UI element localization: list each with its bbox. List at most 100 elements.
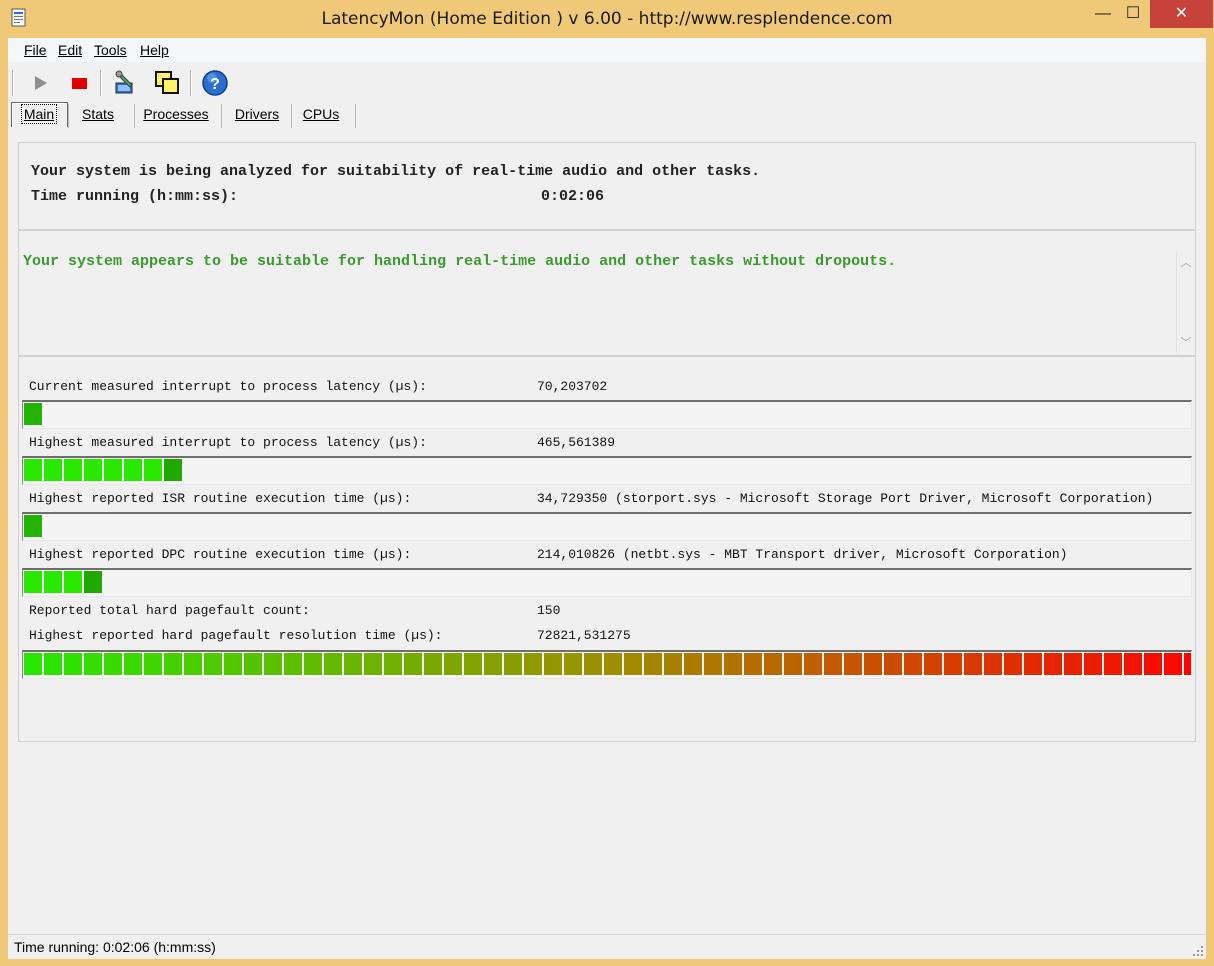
meter-segment [1124,653,1142,675]
meter-segment [784,653,802,675]
pagefault-res-label: Highest reported hard pagefault resoluti… [29,628,443,643]
meter-segment [584,653,602,675]
stop-button[interactable] [64,68,94,98]
tab-cpus[interactable]: CPUs [297,103,345,128]
meter-segment [1044,653,1062,675]
tab-separator [291,104,292,128]
meter-segment [944,653,962,675]
meter-segment [1064,653,1082,675]
verdict-message: Your system appears to be suitable for h… [23,253,897,270]
verdict-panel: Your system appears to be suitable for h… [18,230,1196,356]
meter-segment [24,653,42,675]
meter-segment [1024,653,1042,675]
meter-segment [84,459,102,481]
help-icon: ? [202,70,228,96]
meter-segment [524,653,542,675]
meter-segment [84,571,102,593]
meter-segment [724,653,742,675]
meter-segment [604,653,622,675]
meter-segment [104,653,122,675]
meter-segment [244,653,262,675]
meter-segment [124,459,142,481]
tab-main[interactable]: Main [14,103,64,128]
pagefault-bar [22,650,1192,679]
meter-segment [504,653,522,675]
meter-segment [824,653,842,675]
time-running-value: 0:02:06 [541,188,605,205]
meter-segment [164,459,182,481]
meter-segment [24,403,42,425]
meter-segment [744,653,762,675]
help-button[interactable]: ? [200,68,230,98]
meter-segment [804,653,822,675]
client-area: File Edit Tools Help ? Main Stats Proces… [8,38,1206,959]
toolbar-separator [100,70,102,96]
meter-segment [464,653,482,675]
menu-edit[interactable]: Edit [58,42,82,58]
meter-segment [624,653,642,675]
meter-segment [164,653,182,675]
scroll-down-icon[interactable]: ﹀ [1177,335,1195,351]
metric-label: Current measured interrupt to process la… [29,379,427,394]
menu-bar: File Edit Tools Help [8,38,1206,62]
metrics-panel: Current measured interrupt to process la… [18,356,1196,742]
meter-segment [204,653,222,675]
meter-segment [1084,653,1102,675]
metric-label: Highest measured interrupt to process la… [29,435,427,450]
windows-icon [155,71,179,94]
toolbar: ? [8,64,1206,100]
resize-grip-icon[interactable] [1192,945,1204,957]
verdict-scrollbar[interactable]: ︿ ﹀ [1176,253,1195,353]
pagefault-res-value: 72821,531275 [537,628,631,643]
meter-segment [444,653,462,675]
tab-processes[interactable]: Processes [140,103,212,128]
start-button[interactable] [25,68,55,98]
windows-button[interactable] [152,68,182,98]
meter-segment [364,653,382,675]
meter-segment [264,653,282,675]
meter-segment [1164,653,1182,675]
meter-segment [64,653,82,675]
tab-drivers[interactable]: Drivers [227,103,287,128]
toolbar-grip [12,70,14,96]
menu-help[interactable]: Help [140,42,169,58]
metric-label: Highest reported DPC routine execution t… [29,547,412,562]
meter-segment [104,459,122,481]
meter-segment [484,653,502,675]
meter-segment [64,459,82,481]
stop-icon [72,78,87,89]
meter-segment [304,653,322,675]
tab-separator [134,104,135,128]
meter-segment [384,653,402,675]
close-button[interactable]: ✕ [1150,0,1213,28]
analysis-panel: Your system is being analyzed for suitab… [18,142,1196,230]
meter-segment [184,653,202,675]
tools-button[interactable] [111,68,141,98]
metric-value: 70,203702 [537,379,608,394]
tab-separator [355,104,356,128]
minimize-button[interactable]: — [1087,0,1119,28]
meter-segment [84,653,102,675]
menu-tools[interactable]: Tools [94,42,127,58]
svg-text:?: ? [210,76,220,93]
meter-segment [24,459,42,481]
meter-segment [704,653,722,675]
meter-segment [324,653,342,675]
meter-segment [344,653,362,675]
meter-segment [904,653,922,675]
meter-segment [684,653,702,675]
meter-segment [1144,653,1162,675]
tab-stats[interactable]: Stats [74,103,122,128]
meter-segment [844,653,862,675]
menu-file[interactable]: File [24,42,47,58]
meter-segment [24,571,42,593]
meter-segment [404,653,422,675]
scroll-up-icon[interactable]: ︿ [1177,255,1195,271]
maximize-button[interactable]: ☐ [1117,0,1149,28]
meter-segment [44,459,62,481]
latency-bar [22,568,1192,597]
meter-segment [544,653,562,675]
meter-segment [124,653,142,675]
toolbar-separator [190,70,192,96]
meter-segment [764,653,782,675]
